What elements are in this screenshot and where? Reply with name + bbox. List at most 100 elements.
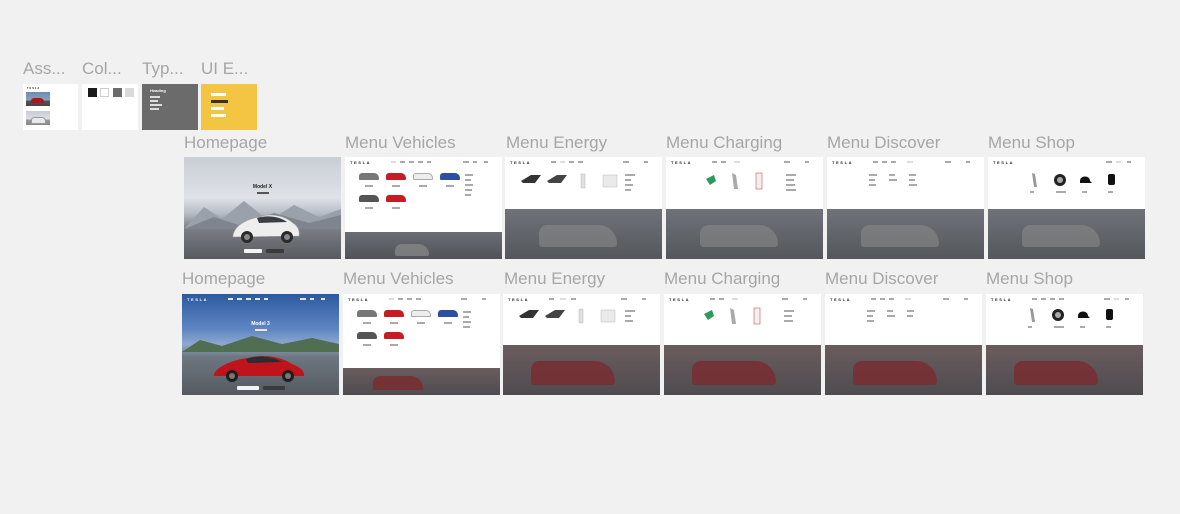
nav-item[interactable]: [880, 298, 885, 300]
assets-frame[interactable]: TESLA: [23, 84, 78, 130]
menu-link[interactable]: [867, 320, 874, 322]
row2-menu-discover-frame[interactable]: TESLA: [825, 294, 982, 395]
nav-item[interactable]: [721, 161, 726, 163]
menu-link[interactable]: [869, 179, 875, 181]
menu-link[interactable]: [867, 310, 875, 312]
nav-item[interactable]: [427, 161, 431, 163]
nav-active[interactable]: [389, 298, 394, 300]
nav-item[interactable]: [484, 161, 488, 163]
vehicle-thumb[interactable]: [386, 195, 406, 202]
menu-link[interactable]: [867, 315, 873, 317]
vehicle-thumb[interactable]: [357, 332, 377, 339]
vehicle-thumb[interactable]: [384, 310, 404, 317]
menu-link[interactable]: [869, 174, 877, 176]
nav-item[interactable]: [719, 298, 724, 300]
nav-item[interactable]: [310, 298, 314, 300]
menu-link[interactable]: [625, 310, 635, 312]
nav-item[interactable]: [255, 298, 260, 300]
nav-item[interactable]: [784, 161, 790, 163]
nav-active[interactable]: [734, 161, 740, 163]
nav-item[interactable]: [569, 161, 574, 163]
nav-item[interactable]: [321, 298, 325, 300]
nav-active[interactable]: [560, 298, 566, 300]
menu-link[interactable]: [625, 179, 631, 181]
nav-item[interactable]: [400, 161, 405, 163]
menu-link[interactable]: [465, 184, 473, 186]
nav-item[interactable]: [409, 161, 414, 163]
row1-menu-energy-frame[interactable]: TESLA: [505, 157, 662, 259]
nav-item[interactable]: [873, 161, 878, 163]
nav-item[interactable]: [644, 161, 648, 163]
nav-item[interactable]: [463, 161, 469, 163]
nav-item[interactable]: [1059, 298, 1064, 300]
nav-item[interactable]: [1032, 298, 1037, 300]
nav-item[interactable]: [803, 298, 807, 300]
nav-item[interactable]: [889, 298, 894, 300]
order-now-button[interactable]: [244, 249, 262, 253]
menu-link[interactable]: [909, 179, 915, 181]
menu-link[interactable]: [784, 310, 794, 312]
nav-item[interactable]: [246, 298, 251, 300]
menu-link[interactable]: [465, 189, 472, 191]
vehicle-thumb[interactable]: [359, 173, 379, 180]
nav-item[interactable]: [571, 298, 576, 300]
nav-item[interactable]: [1050, 298, 1055, 300]
nav-item[interactable]: [642, 298, 646, 300]
menu-link[interactable]: [465, 179, 471, 181]
row2-menu-vehicles-frame[interactable]: TESLA: [343, 294, 500, 395]
nav-active[interactable]: [907, 161, 913, 163]
menu-link[interactable]: [463, 311, 471, 313]
row2-menu-shop-frame[interactable]: TESLA: [986, 294, 1143, 395]
nav-active[interactable]: [732, 298, 738, 300]
menu-link[interactable]: [465, 194, 471, 196]
nav-item[interactable]: [1127, 161, 1131, 163]
nav-item[interactable]: [237, 298, 242, 300]
nav-item[interactable]: [623, 161, 629, 163]
vehicle-thumb[interactable]: [411, 310, 431, 317]
menu-link[interactable]: [869, 184, 876, 186]
menu-link[interactable]: [784, 320, 793, 322]
vehicle-thumb[interactable]: [357, 310, 377, 317]
nav-item[interactable]: [712, 161, 717, 163]
menu-link[interactable]: [909, 174, 916, 176]
menu-link[interactable]: [784, 315, 792, 317]
row2-homepage-frame[interactable]: TESLA Model 3: [182, 294, 339, 395]
menu-link[interactable]: [887, 310, 893, 312]
vehicle-thumb[interactable]: [438, 310, 458, 317]
nav-item[interactable]: [482, 298, 486, 300]
nav-item[interactable]: [871, 298, 876, 300]
nav-active[interactable]: [905, 298, 911, 300]
demo-drive-button[interactable]: [266, 249, 284, 253]
nav-item[interactable]: [710, 298, 715, 300]
menu-link[interactable]: [463, 321, 471, 323]
typography-frame[interactable]: Heading: [142, 84, 198, 130]
nav-item[interactable]: [891, 161, 896, 163]
menu-link[interactable]: [889, 179, 897, 181]
menu-link[interactable]: [625, 184, 633, 186]
menu-link[interactable]: [887, 315, 895, 317]
nav-item[interactable]: [1106, 161, 1112, 163]
nav-item[interactable]: [416, 298, 421, 300]
row1-menu-shop-frame[interactable]: TESLA: [988, 157, 1145, 259]
vehicle-thumb[interactable]: [440, 173, 460, 180]
nav-item[interactable]: [945, 161, 951, 163]
menu-link[interactable]: [907, 315, 913, 317]
menu-link[interactable]: [786, 184, 795, 186]
nav-item[interactable]: [551, 161, 556, 163]
menu-link[interactable]: [463, 316, 469, 318]
row2-menu-charging-frame[interactable]: TESLA: [664, 294, 821, 395]
nav-item[interactable]: [1125, 298, 1129, 300]
nav-item[interactable]: [264, 298, 268, 300]
nav-active[interactable]: [1116, 161, 1121, 163]
row2-menu-energy-frame[interactable]: TESLA: [503, 294, 660, 395]
menu-link[interactable]: [907, 310, 914, 312]
nav-item[interactable]: [473, 161, 477, 163]
row1-menu-charging-frame[interactable]: TESLA: [666, 157, 823, 259]
order-now-button[interactable]: [237, 386, 259, 390]
nav-active[interactable]: [391, 161, 396, 163]
menu-link[interactable]: [786, 174, 796, 176]
nav-item[interactable]: [549, 298, 554, 300]
menu-link[interactable]: [465, 174, 473, 176]
nav-item[interactable]: [943, 298, 949, 300]
nav-item[interactable]: [578, 161, 583, 163]
